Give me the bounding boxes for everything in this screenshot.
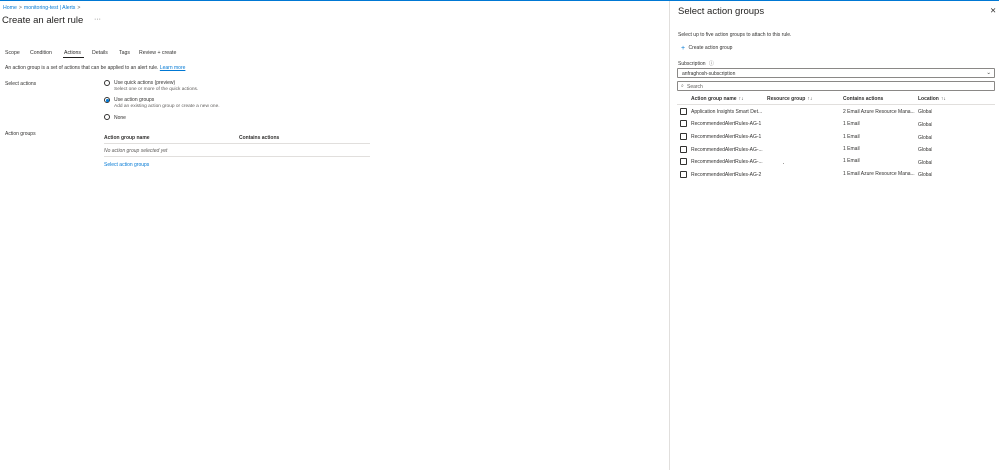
row-actions: 1 Email [843,158,860,164]
row-location: Global [918,147,933,153]
row-name: Application Insights Smart Det... [691,109,763,115]
tab-review-create[interactable]: Review + create [139,50,176,56]
row-checkbox[interactable] [680,133,687,140]
row-checkbox[interactable] [680,146,687,153]
row-name: RecommendedAlertRules-AG-... [691,147,763,153]
select-action-groups-link[interactable]: Select action groups [104,162,149,168]
create-action-group-button[interactable]: + Create action group [681,45,732,52]
row-location: Global [918,135,933,141]
more-options-icon[interactable]: ··· [94,16,101,23]
row-actions: 1 Email Azure Resource Mana... [843,171,915,177]
empty-table-message: No action group selected yet [104,148,168,154]
actions-description: An action group is a set of actions that… [5,65,185,71]
create-action-group-label: Create action group [688,45,733,51]
column-label: Action group name [691,96,737,102]
close-icon[interactable]: ✕ [990,6,996,15]
table-header-divider [677,104,995,105]
sort-icon: ↑↓ [940,96,946,102]
table-header-divider [104,143,370,144]
sort-icon: ↑↓ [738,96,744,102]
learn-more-link[interactable]: Learn more [160,65,186,71]
row-actions: 2 Email Azure Resource Mana... [843,109,915,115]
row-location: Global [918,172,933,178]
subscription-label: Subscription [678,61,706,67]
column-header-location[interactable]: Location ↑↓ [918,96,946,102]
column-action-group-name: Action group name [104,135,150,141]
breadcrumb: Home > monitoring-test | Alerts > [3,5,82,11]
breadcrumb-resource[interactable]: monitoring-test | Alerts [24,5,76,11]
chevron-down-icon: ⌄ [986,70,991,76]
action-groups-option-sub: Add an existing action group or create a… [114,104,220,109]
search-icon: ⌕ [681,83,684,89]
tab-scope[interactable]: Scope [5,50,20,56]
none-option-label: None [114,115,126,121]
row-location: Global [918,122,933,128]
row-checkbox[interactable] [680,171,687,178]
action-groups-option-label: Use action groups [114,97,155,103]
column-label: Resource group [767,96,806,102]
tab-details[interactable]: Details [92,50,108,56]
search-input[interactable]: ⌕ Search [677,81,995,91]
row-name: RecommendedAlertRules-AG-1 [691,134,762,140]
radio-action-groups[interactable] [104,97,110,103]
panel-title: Select action groups [678,6,765,17]
chevron-right-icon: > [18,5,22,11]
subscription-value: anfraghosh-subscription [682,71,736,77]
select-actions-label: Select actions [5,81,37,87]
actions-description-text: An action group is a set of actions that… [5,65,159,71]
tab-condition[interactable]: Condition [30,50,52,56]
action-groups-label: Action groups [5,131,36,137]
breadcrumb-home[interactable]: Home [3,5,17,11]
row-checkbox[interactable] [680,108,687,115]
row-actions: 1 Email [843,146,860,152]
row-location: Global [918,160,933,166]
chevron-right-icon: > [77,5,81,11]
quick-actions-sub: Select one or more of the quick actions. [114,87,199,92]
row-actions: 1 Email [843,134,860,140]
tab-tags[interactable]: Tags [119,50,130,56]
info-icon: ⓘ [708,61,714,67]
column-contains-actions: Contains actions [239,135,280,141]
row-name: RecommendedAlertRules-AG-1 [691,121,762,127]
row-name: RecommendedAlertRules-AG-2 [691,172,762,178]
radio-quick-actions[interactable] [104,80,110,86]
radio-none[interactable] [104,114,110,120]
active-tab-indicator [63,57,84,58]
table-bottom-divider [104,156,370,157]
quick-actions-label: Use quick actions (preview) [114,80,176,86]
tab-actions[interactable]: Actions [64,50,81,56]
column-header-contains-actions: Contains actions [843,96,884,102]
select-action-groups-panel: Select action groups ✕ Select up to five… [669,1,999,470]
column-label: Location [918,96,939,102]
sort-icon: ↑↓ [807,96,813,102]
redaction-mark [783,163,784,164]
subscription-dropdown[interactable]: anfraghosh-subscription ⌄ [677,68,995,78]
search-placeholder: Search [687,84,703,90]
column-header-action-group-name[interactable]: Action group name ↑↓ [691,96,744,102]
subscription-label-row: Subscription ⓘ [678,60,714,67]
plus-icon: + [681,45,686,52]
row-checkbox[interactable] [680,158,687,165]
row-checkbox[interactable] [680,120,687,127]
page-title: Create an alert rule [2,15,84,26]
row-actions: 1 Email [843,121,860,127]
column-header-resource-group[interactable]: Resource group ↑↓ [767,96,812,102]
row-name: RecommendedAlertRules-AG-... [691,159,763,165]
row-location: Global [918,109,933,115]
panel-description: Select up to five action groups to attac… [678,32,792,38]
